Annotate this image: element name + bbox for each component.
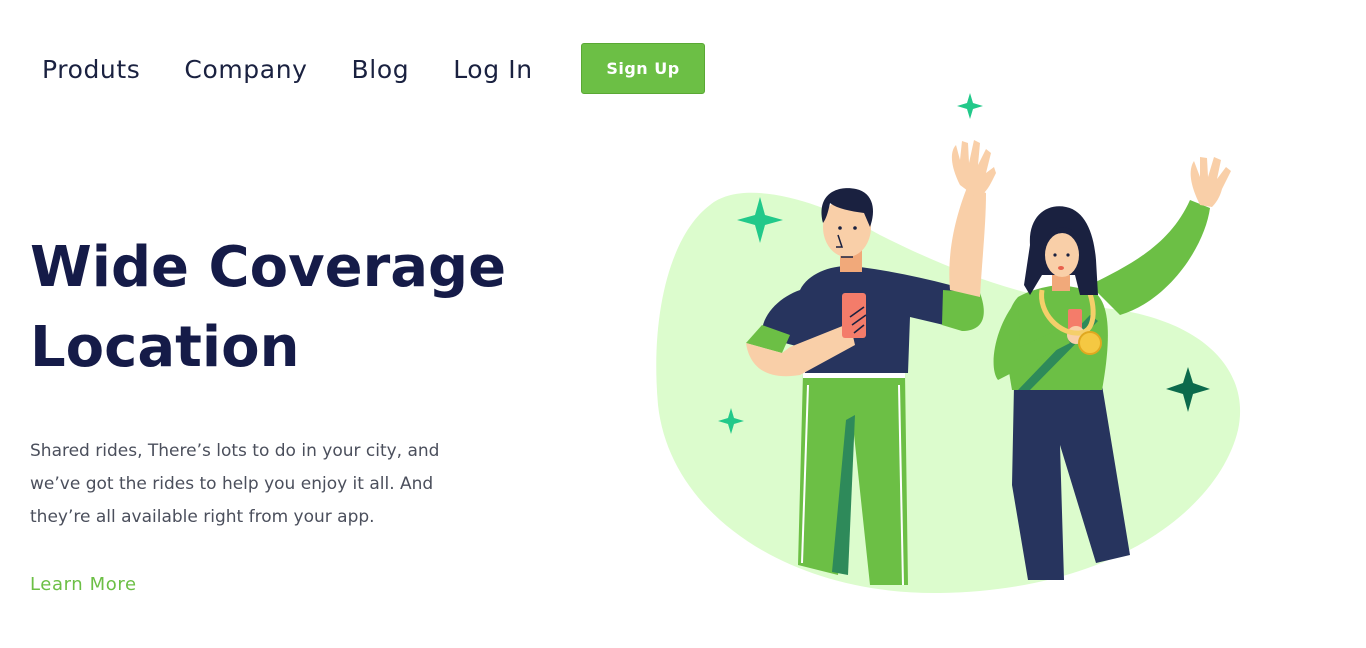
sparkle-icon-top [957, 93, 983, 119]
man-waving-hand [951, 140, 996, 197]
nav-link-login[interactable]: Log In [453, 55, 532, 84]
hero-description: Shared rides, There’s lots to do in your… [30, 435, 500, 534]
hero-title: Wide Coverage Location [30, 228, 590, 388]
man-phone [842, 293, 866, 338]
hero-title-line-2: Location [30, 315, 300, 380]
learn-more-link[interactable]: Learn More [30, 574, 137, 595]
nav-link-company[interactable]: Company [184, 55, 307, 84]
man-eye-right [853, 226, 857, 230]
woman-eye-left [1053, 253, 1057, 257]
man-eye-left [838, 226, 842, 230]
nav-link-products[interactable]: Produts [42, 55, 140, 84]
people-waving-illustration [656, 93, 1241, 594]
nav-link-blog[interactable]: Blog [352, 55, 410, 84]
woman-waving-hand [1190, 157, 1231, 207]
woman-mouth [1058, 266, 1064, 270]
hero-description-line-3: they’re all available right from your ap… [30, 507, 375, 527]
hero-description-line-2: we’ve got the rides to help you enjoy it… [30, 474, 434, 494]
woman-eye-right [1066, 253, 1070, 257]
medal-icon [1078, 331, 1102, 355]
top-nav: Produts Company Blog Log In [42, 43, 577, 95]
hero-description-line-1: Shared rides, There’s lots to do in your… [30, 441, 440, 461]
hero-title-line-1: Wide Coverage [30, 235, 507, 300]
woman-sleeve-raised [1090, 200, 1210, 315]
man-right-arm [949, 185, 986, 297]
woman-head [1045, 233, 1079, 277]
